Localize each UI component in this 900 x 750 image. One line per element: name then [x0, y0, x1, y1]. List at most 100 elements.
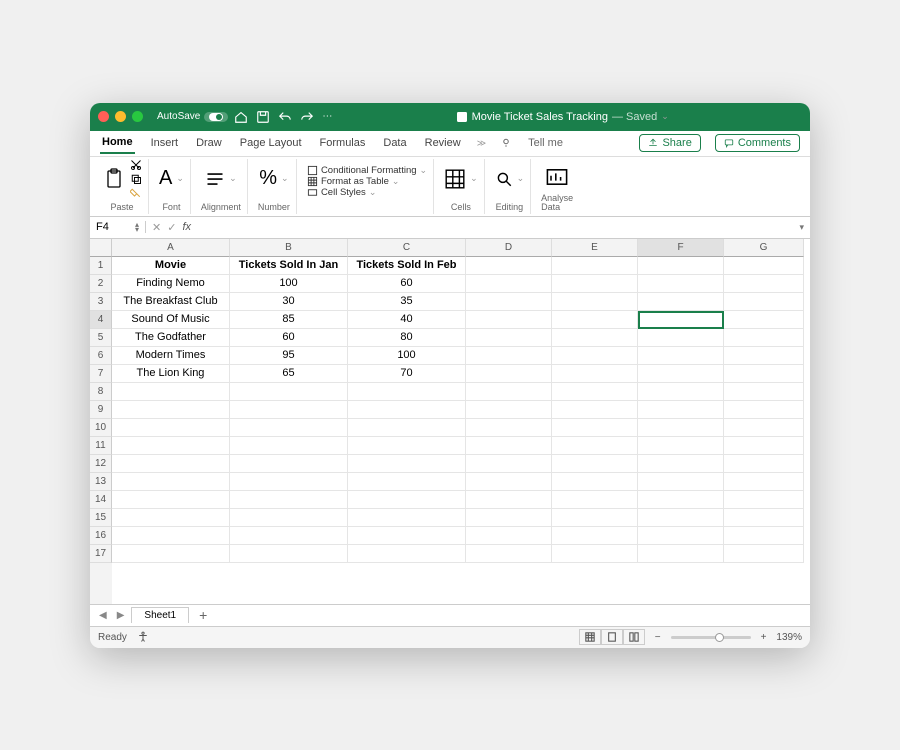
cell-D1[interactable]: [466, 257, 552, 275]
cell-C4[interactable]: 40: [348, 311, 466, 329]
add-sheet-button[interactable]: +: [193, 607, 213, 623]
cell-C11[interactable]: [348, 437, 466, 455]
cell-F5[interactable]: [638, 329, 724, 347]
close-window[interactable]: [98, 111, 109, 122]
cell-G14[interactable]: [724, 491, 804, 509]
cell-C12[interactable]: [348, 455, 466, 473]
cell-A6[interactable]: Modern Times: [112, 347, 230, 365]
cell-E1[interactable]: [552, 257, 638, 275]
autosave-toggle[interactable]: AutoSave: [157, 111, 228, 122]
cell-E9[interactable]: [552, 401, 638, 419]
cell-E2[interactable]: [552, 275, 638, 293]
cell-A2[interactable]: Finding Nemo: [112, 275, 230, 293]
sheet-nav-prev[interactable]: ◀: [96, 610, 110, 621]
row-header-1[interactable]: 1: [90, 257, 112, 275]
cell-G9[interactable]: [724, 401, 804, 419]
view-normal[interactable]: [579, 629, 601, 645]
tab-review[interactable]: Review: [423, 133, 463, 153]
more-icon[interactable]: ⋯: [322, 111, 332, 122]
sheet-nav-next[interactable]: ▶: [114, 610, 128, 621]
cell-B7[interactable]: 65: [230, 365, 348, 383]
copy-icon[interactable]: [130, 173, 142, 185]
col-header-C[interactable]: C: [348, 239, 466, 257]
cell-A3[interactable]: The Breakfast Club: [112, 293, 230, 311]
col-header-A[interactable]: A: [112, 239, 230, 257]
tellme-button[interactable]: Tell me: [526, 133, 565, 153]
cell-A13[interactable]: [112, 473, 230, 491]
view-page-break[interactable]: [623, 629, 645, 645]
share-button[interactable]: Share: [639, 134, 700, 152]
accept-formula-icon[interactable]: ✓: [167, 221, 176, 234]
cell-D4[interactable]: [466, 311, 552, 329]
cell-C6[interactable]: 100: [348, 347, 466, 365]
cell-A12[interactable]: [112, 455, 230, 473]
cell-E4[interactable]: [552, 311, 638, 329]
cell-F1[interactable]: [638, 257, 724, 275]
cell-G16[interactable]: [724, 527, 804, 545]
cell-G5[interactable]: [724, 329, 804, 347]
cell-D11[interactable]: [466, 437, 552, 455]
cell-D2[interactable]: [466, 275, 552, 293]
cell-D14[interactable]: [466, 491, 552, 509]
cell-G1[interactable]: [724, 257, 804, 275]
cell-C1[interactable]: Tickets Sold In Feb: [348, 257, 466, 275]
row-header-6[interactable]: 6: [90, 347, 112, 365]
sheet-tab[interactable]: Sheet1: [131, 607, 189, 623]
row-header-16[interactable]: 16: [90, 527, 112, 545]
cell-G15[interactable]: [724, 509, 804, 527]
cell-D5[interactable]: [466, 329, 552, 347]
cell-C9[interactable]: [348, 401, 466, 419]
maximize-window[interactable]: [132, 111, 143, 122]
tab-draw[interactable]: Draw: [194, 133, 224, 153]
select-all-corner[interactable]: [90, 239, 112, 257]
undo-icon[interactable]: [278, 110, 292, 124]
cells-icon[interactable]: [444, 168, 466, 190]
cell-G10[interactable]: [724, 419, 804, 437]
cell-F10[interactable]: [638, 419, 724, 437]
cell-E13[interactable]: [552, 473, 638, 491]
cell-G6[interactable]: [724, 347, 804, 365]
redo-icon[interactable]: [300, 110, 314, 124]
cell-B17[interactable]: [230, 545, 348, 563]
cell-B15[interactable]: [230, 509, 348, 527]
cell-C14[interactable]: [348, 491, 466, 509]
cell-A1[interactable]: Movie: [112, 257, 230, 275]
cell-E3[interactable]: [552, 293, 638, 311]
conditional-formatting-button[interactable]: Conditional Formatting ⌄: [307, 165, 427, 176]
cell-E14[interactable]: [552, 491, 638, 509]
cell-A5[interactable]: The Godfather: [112, 329, 230, 347]
cell-E8[interactable]: [552, 383, 638, 401]
name-box-stepper-icon[interactable]: ▴▾: [135, 222, 139, 232]
cell-D3[interactable]: [466, 293, 552, 311]
zoom-out[interactable]: −: [655, 632, 661, 643]
cell-B16[interactable]: [230, 527, 348, 545]
cell-B9[interactable]: [230, 401, 348, 419]
cell-F3[interactable]: [638, 293, 724, 311]
cell-C3[interactable]: 35: [348, 293, 466, 311]
cell-E6[interactable]: [552, 347, 638, 365]
cell-E17[interactable]: [552, 545, 638, 563]
cell-A4[interactable]: Sound Of Music: [112, 311, 230, 329]
cell-F14[interactable]: [638, 491, 724, 509]
cell-B2[interactable]: 100: [230, 275, 348, 293]
cell-B4[interactable]: 85: [230, 311, 348, 329]
cell-A11[interactable]: [112, 437, 230, 455]
tab-formulas[interactable]: Formulas: [318, 133, 368, 153]
cut-icon[interactable]: [130, 159, 142, 171]
cell-E5[interactable]: [552, 329, 638, 347]
accessibility-icon[interactable]: [137, 631, 149, 643]
cell-G11[interactable]: [724, 437, 804, 455]
cell-C15[interactable]: [348, 509, 466, 527]
cell-F7[interactable]: [638, 365, 724, 383]
number-icon[interactable]: %: [259, 167, 277, 190]
cell-D13[interactable]: [466, 473, 552, 491]
cancel-formula-icon[interactable]: ✕: [152, 221, 161, 234]
row-header-13[interactable]: 13: [90, 473, 112, 491]
zoom-slider[interactable]: [671, 636, 751, 639]
cell-G12[interactable]: [724, 455, 804, 473]
col-header-D[interactable]: D: [466, 239, 552, 257]
cell-F9[interactable]: [638, 401, 724, 419]
row-header-15[interactable]: 15: [90, 509, 112, 527]
cell-C16[interactable]: [348, 527, 466, 545]
row-header-14[interactable]: 14: [90, 491, 112, 509]
